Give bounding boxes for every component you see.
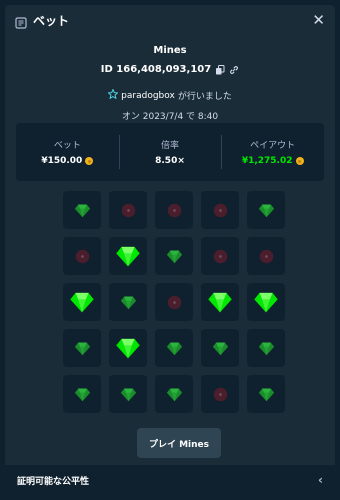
multiplier-value: 8.50× <box>155 156 185 166</box>
provably-fair-label: 証明可能な公平性 <box>17 476 90 487</box>
gem-icon <box>74 388 90 401</box>
mine-icon <box>167 295 181 309</box>
gem-icon <box>258 204 274 217</box>
gem-icon <box>258 388 274 401</box>
placed-by-suffix: が行いました <box>177 92 232 102</box>
tile-mine[interactable] <box>201 191 239 229</box>
tile-mine[interactable] <box>63 237 101 275</box>
tile-gem[interactable] <box>201 329 239 367</box>
star-badge-icon <box>107 88 119 102</box>
gem-icon <box>120 388 136 401</box>
tile-mine[interactable] <box>201 375 239 413</box>
bet-details-modal: ベット ✕ Mines ID 166,408,093,107 paradogbo… <box>5 5 335 495</box>
tile-gem-revealed[interactable] <box>63 283 101 321</box>
username-link[interactable]: paradogbox <box>121 91 175 101</box>
coin-icon <box>85 157 94 165</box>
tile-gem[interactable] <box>63 191 101 229</box>
tile-gem-revealed[interactable] <box>109 237 147 275</box>
gem-icon <box>212 342 228 355</box>
tile-gem[interactable] <box>63 329 101 367</box>
gem-icon <box>166 250 182 263</box>
bet-amount-value: ¥150.00 <box>41 156 83 166</box>
bet-info: Mines ID 166,408,093,107 paradogbox が行いま… <box>5 45 335 122</box>
modal-title: ベット <box>33 13 70 28</box>
modal-header: ベット ✕ <box>5 5 335 35</box>
tile-gem[interactable] <box>155 375 193 413</box>
link-icon[interactable] <box>229 65 239 75</box>
copy-icon[interactable] <box>215 64 225 75</box>
placed-by-line: paradogbox が行いました <box>5 88 335 102</box>
bet-stats-panel: ベット ¥150.00 倍率 8.50× ペイアウト ¥1,275.02 <box>16 123 324 181</box>
chevron-left-icon: ‹ <box>318 473 323 487</box>
payout-stat: ペイアウト ¥1,275.02 <box>221 123 324 181</box>
bet-amount-label: ベット <box>53 141 81 151</box>
mine-icon <box>259 249 273 263</box>
gem-icon <box>116 338 140 359</box>
gem-icon <box>208 292 232 313</box>
mine-icon <box>121 203 135 217</box>
gem-icon <box>166 342 182 355</box>
tile-mine[interactable] <box>109 191 147 229</box>
mines-board <box>63 191 285 413</box>
gem-icon <box>74 204 90 217</box>
multiplier-label: 倍率 <box>161 141 180 151</box>
mine-icon <box>213 387 227 401</box>
tile-gem[interactable] <box>63 375 101 413</box>
mine-icon <box>213 249 227 263</box>
tile-mine[interactable] <box>201 237 239 275</box>
tile-gem[interactable] <box>109 283 147 321</box>
coin-icon <box>295 157 304 165</box>
bet-date: オン 2023/7/4 で 8:40 <box>121 112 219 122</box>
tile-mine[interactable] <box>155 283 193 321</box>
payout-label: ペイアウト <box>250 141 296 151</box>
tile-gem-revealed[interactable] <box>247 283 285 321</box>
receipt-icon <box>15 14 27 29</box>
mine-icon <box>213 203 227 217</box>
tile-gem[interactable] <box>109 375 147 413</box>
gem-icon <box>120 296 136 309</box>
provably-fair-bar[interactable]: 証明可能な公平性 ‹ <box>5 465 335 495</box>
payout-value: ¥1,275.02 <box>241 156 293 166</box>
mine-icon <box>75 249 89 263</box>
gem-icon <box>116 246 140 267</box>
gem-icon <box>254 292 278 313</box>
tile-gem[interactable] <box>155 329 193 367</box>
tile-gem[interactable] <box>155 237 193 275</box>
mine-icon <box>167 203 181 217</box>
gem-icon <box>258 342 274 355</box>
bet-amount-value-row: ¥150.00 <box>41 156 94 166</box>
bet-amount-stat: ベット ¥150.00 <box>16 123 119 181</box>
tile-gem-revealed[interactable] <box>109 329 147 367</box>
tile-mine[interactable] <box>247 237 285 275</box>
gem-icon <box>74 342 90 355</box>
multiplier-stat: 倍率 8.50× <box>118 123 222 181</box>
tile-gem[interactable] <box>247 329 285 367</box>
bet-id-row: ID 166,408,093,107 <box>5 64 335 75</box>
gem-icon <box>70 292 94 313</box>
game-name: Mines <box>153 45 187 56</box>
gem-icon <box>166 388 182 401</box>
close-icon[interactable]: ✕ <box>312 12 325 28</box>
tile-mine[interactable] <box>155 191 193 229</box>
tile-gem[interactable] <box>247 375 285 413</box>
tile-gem-revealed[interactable] <box>201 283 239 321</box>
payout-value-row: ¥1,275.02 <box>242 156 304 166</box>
bet-id: ID 166,408,093,107 <box>100 64 212 75</box>
play-mines-button[interactable]: プレイ Mines <box>137 428 221 458</box>
tile-gem[interactable] <box>247 191 285 229</box>
